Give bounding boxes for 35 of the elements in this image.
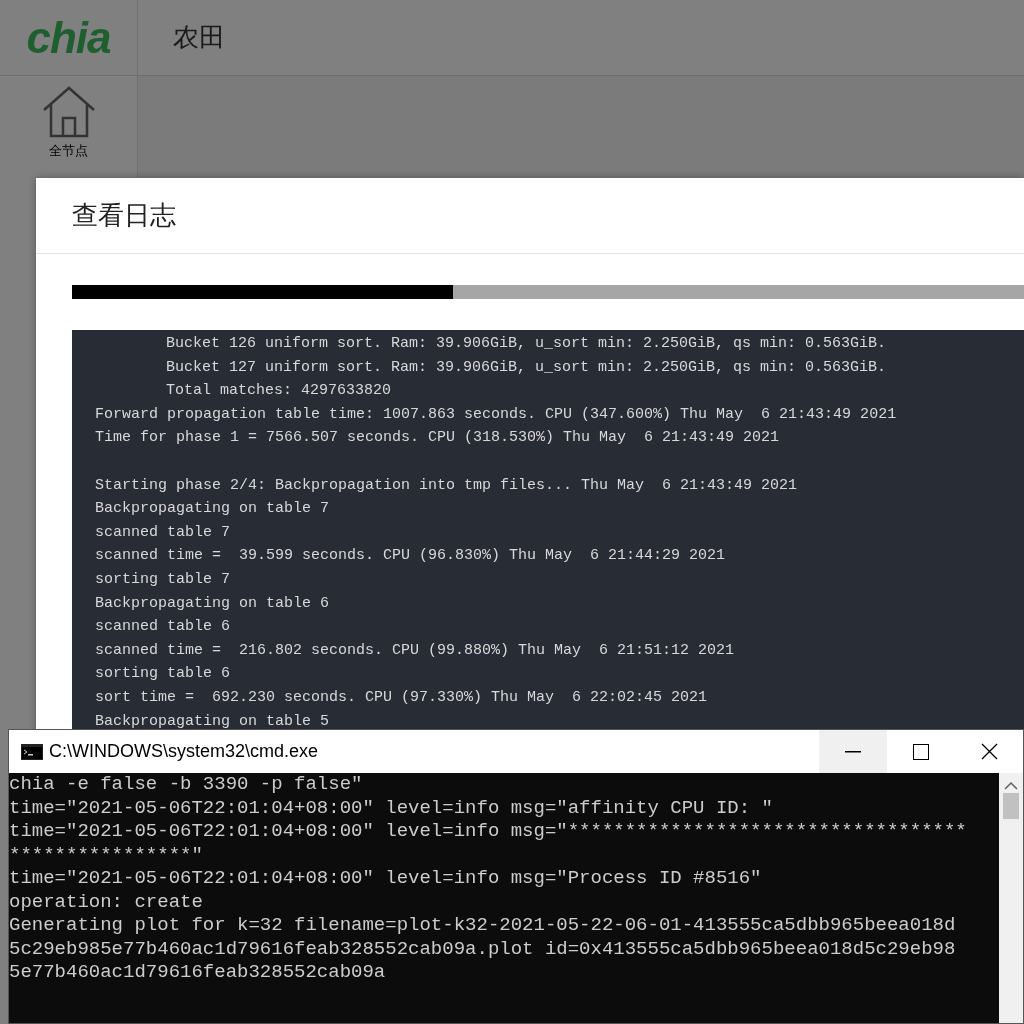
console-line: operation: create <box>9 890 204 914</box>
log-line: sorting table 6 <box>95 664 232 685</box>
log-line: Forward propagation table time: 1007.863 seconds. CPU (347.600%) Thu May 6 21:43:49 2021 <box>95 404 898 425</box>
console-line: 5c29eb985e77b460ac1d79616feab328552cab09a.plot id=0x413555ca5dbb965beea018d5c29eb98 <box>9 937 957 961</box>
log-line: scanned table 6 <box>95 617 232 638</box>
console-line: time="2021-05-06T22:01:04+08:00" level=info msg="*********************************** <box>9 820 968 844</box>
log-line: Backpropagating on table 6 <box>95 593 331 614</box>
log-line: Starting phase 2/4: Backpropagation into tmp files... Thu May 6 21:43:49 2021 <box>95 475 799 496</box>
logo: chia <box>26 12 111 63</box>
console-line: ****************" <box>9 843 204 867</box>
log-line: Time for phase 1 = 7566.507 seconds. CPU (318.530%) Thu May 6 21:43:49 2021 <box>95 428 781 449</box>
page-title: 农田 <box>172 21 225 54</box>
maximize-icon <box>913 743 929 760</box>
log-line: Bucket 126 uniform sort. Ram: 39.906GiB, u_sort min: 2.250GiB, qs min: 0.563GiB. <box>165 334 888 354</box>
scrollbar-thumb[interactable] <box>1003 793 1019 819</box>
log-line: scanned time = 216.802 seconds. CPU (99.880%) Thu May 6 21:51:12 2021 <box>95 640 736 661</box>
console-icon <box>21 743 43 760</box>
log-line: Backpropagating on table 7 <box>95 499 331 520</box>
console-line: 5e77b460ac1d79616feab328552cab09a <box>9 961 387 985</box>
console-line: chia -e false -b 3390 -p false" <box>9 773 364 797</box>
console-line: time="2021-05-06T22:01:04+08:00" level=info msg="affinity CPU ID: " <box>9 796 774 820</box>
log-line: Total matches: 4297633820 <box>165 381 393 402</box>
window-title: C:\WINDOWS\system32\cmd.exe <box>49 741 320 762</box>
close-icon <box>980 743 998 760</box>
console-line: time="2021-05-06T22:01:04+08:00" level=info msg="Process ID #8516" <box>9 867 763 891</box>
log-line: Bucket 127 uniform sort. Ram: 39.906GiB, u_sort min: 2.250GiB, qs min: 0.563GiB. <box>165 357 888 378</box>
console-line: Generating plot for k=32 filename=plot-k32-2021-05-22-06-01-413555ca5dbb965beea018d <box>9 914 957 938</box>
dialog-title: 查看日志 <box>72 199 176 232</box>
log-line: sort time = 692.230 seconds. CPU (97.330%) Thu May 6 22:02:45 2021 <box>95 687 709 708</box>
log-line: Backpropagating on table 5 <box>95 711 331 732</box>
log-line: scanned time = 39.599 seconds. CPU (96.830%) Thu May 6 21:44:29 2021 <box>95 546 727 567</box>
scrollbar[interactable] <box>999 773 1023 1023</box>
log-line: sorting table 7 <box>95 569 232 590</box>
log-line: scanned table 7 <box>95 522 232 543</box>
minimize-icon <box>845 750 861 753</box>
